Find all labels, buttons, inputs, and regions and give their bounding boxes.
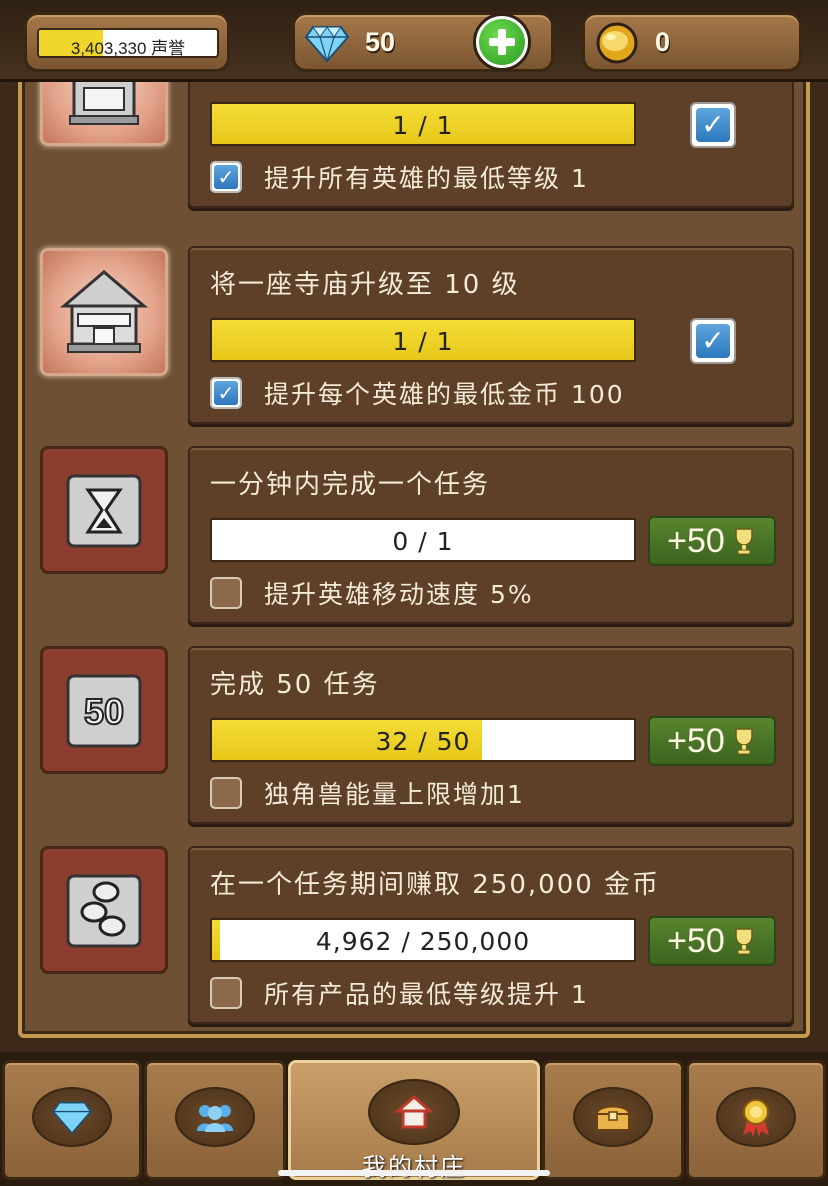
checkmark-icon: ✓: [696, 108, 730, 142]
achievement-card: 在一个任务期间赚取 250,000 金币 4,962 / 250,000 +50…: [188, 846, 794, 1024]
tab-my-village[interactable]: 我的村庄: [288, 1060, 540, 1181]
diamond-icon: [305, 26, 349, 63]
achievements-panel[interactable]: 将一座训练营升级至 10 级 1 / 1 ✓ ✓ 提升所有英雄的最低等级 1: [18, 70, 810, 1038]
reward-text: +50: [667, 521, 725, 560]
gem-count: 50: [365, 27, 396, 57]
progress-bar: 4,962 / 250,000: [210, 918, 636, 962]
reward-text: +50: [667, 721, 725, 760]
bonus-text: 提升英雄移动速度 5%: [264, 580, 534, 609]
progress-text: 1 / 1: [392, 111, 454, 140]
temple-icon: [40, 248, 168, 376]
achievement-row: 将一座训练营升级至 10 级 1 / 1 ✓ ✓ 提升所有英雄的最低等级 1: [22, 74, 806, 226]
tab-gems[interactable]: [2, 1060, 142, 1180]
bonus-checkbox[interactable]: [210, 977, 242, 1009]
progress-text: 32 / 50: [375, 727, 471, 756]
reward-button[interactable]: +50: [648, 516, 776, 566]
bonus-text: 提升每个英雄的最低金币 100: [264, 380, 625, 409]
reward-button[interactable]: +50: [648, 716, 776, 766]
achievement-title: 完成 50 任务: [210, 670, 380, 700]
achievement-row: 将一座寺庙升级至 10 级 1 / 1 ✓ ✓ 提升每个英雄的最低金币 100: [22, 244, 806, 426]
achievement-title: 在一个任务期间赚取 250,000 金币: [210, 870, 661, 900]
achievement-title: 将一座寺庙升级至 10 级: [210, 270, 520, 300]
progress-bar: 1 / 1: [210, 102, 636, 146]
progress-bar: 1 / 1: [210, 318, 636, 362]
checkmark-icon: ✓: [214, 165, 238, 189]
plus-icon: [479, 19, 525, 65]
bottom-nav: 我的村庄: [0, 1052, 828, 1186]
bonus-line: ✓ 提升每个英雄的最低金币 100: [210, 376, 625, 410]
gold-pill[interactable]: 0: [582, 12, 802, 72]
trophy-icon: [735, 928, 753, 955]
gold-coin-icon: [596, 22, 638, 64]
achievement-row: 在一个任务期间赚取 250,000 金币 4,962 / 250,000 +50…: [22, 844, 806, 1026]
gem-pill[interactable]: 50: [292, 12, 554, 72]
bonus-line: ✓ 提升所有英雄的最低等级 1: [210, 160, 589, 194]
completed-checkbox[interactable]: ✓: [690, 318, 736, 364]
bonus-line: 所有产品的最低等级提升 1: [210, 976, 589, 1010]
progress-text: 1 / 1: [392, 327, 454, 356]
tab-heroes[interactable]: [144, 1060, 286, 1180]
checkmark-icon: ✓: [696, 324, 730, 358]
achievement-title: 一分钟内完成一个任务: [210, 470, 491, 500]
trophy-icon: [735, 528, 753, 555]
top-bar: 3,403,330 声誉 50 0: [0, 0, 828, 82]
bonus-text: 提升所有英雄的最低等级 1: [264, 164, 589, 193]
reputation-bar: 3,403,330 声誉: [37, 28, 219, 58]
home-indicator[interactable]: [278, 1170, 550, 1176]
fifty-scroll-label: 50: [84, 691, 124, 732]
fifty-scroll-icon: 50: [40, 646, 168, 774]
reputation-pill[interactable]: 3,403,330 声誉: [24, 12, 230, 72]
tab-label: 我的村庄: [362, 1153, 466, 1181]
heroes-icon: [175, 1087, 255, 1147]
reputation-text: 3,403,330 声誉: [70, 39, 186, 58]
bonus-checkbox[interactable]: ✓: [210, 161, 242, 193]
achievement-card: 完成 50 任务 32 / 50 +50 独角兽能量上限增加1: [188, 646, 794, 824]
progress-text: 0 / 1: [392, 527, 454, 556]
bonus-line: 提升英雄移动速度 5%: [210, 576, 534, 610]
progress-bar: 32 / 50: [210, 718, 636, 762]
bonus-text: 独角兽能量上限增加1: [264, 780, 525, 809]
medal-icon: [716, 1087, 796, 1147]
treasure-chest-icon: [573, 1087, 653, 1147]
achievement-card: 将一座训练营升级至 10 级 1 / 1 ✓ ✓ 提升所有英雄的最低等级 1: [188, 74, 794, 208]
bonus-line: 独角兽能量上限增加1: [210, 776, 525, 810]
bonus-checkbox[interactable]: [210, 577, 242, 609]
bonus-checkbox[interactable]: [210, 777, 242, 809]
reward-button[interactable]: +50: [648, 916, 776, 966]
achievement-row: 一分钟内完成一个任务 0 / 1 +50 提升英雄移动速度 5%: [22, 444, 806, 626]
progress-text: 4,962 / 250,000: [315, 927, 531, 956]
coins-scroll-icon: [40, 846, 168, 974]
trophy-icon: [735, 728, 753, 755]
progress-bar: 0 / 1: [210, 518, 636, 562]
checkmark-icon: ✓: [214, 381, 238, 405]
diamond-icon: [32, 1087, 112, 1147]
bonus-checkbox[interactable]: ✓: [210, 377, 242, 409]
achievement-card: 将一座寺庙升级至 10 级 1 / 1 ✓ ✓ 提升每个英雄的最低金币 100: [188, 246, 794, 424]
add-gems-button[interactable]: [473, 13, 531, 71]
house-icon: [368, 1079, 460, 1145]
achievement-card: 一分钟内完成一个任务 0 / 1 +50 提升英雄移动速度 5%: [188, 446, 794, 624]
tab-achievements[interactable]: [686, 1060, 826, 1180]
gold-count: 0: [655, 27, 671, 57]
reward-text: +50: [667, 921, 725, 960]
hourglass-scroll-icon: [40, 446, 168, 574]
completed-checkbox[interactable]: ✓: [690, 102, 736, 148]
bonus-text: 所有产品的最低等级提升 1: [264, 980, 589, 1009]
tab-treasure[interactable]: [542, 1060, 684, 1180]
achievement-row: 50 完成 50 任务 32 / 50 +50 独角兽能量上限增加1: [22, 644, 806, 826]
